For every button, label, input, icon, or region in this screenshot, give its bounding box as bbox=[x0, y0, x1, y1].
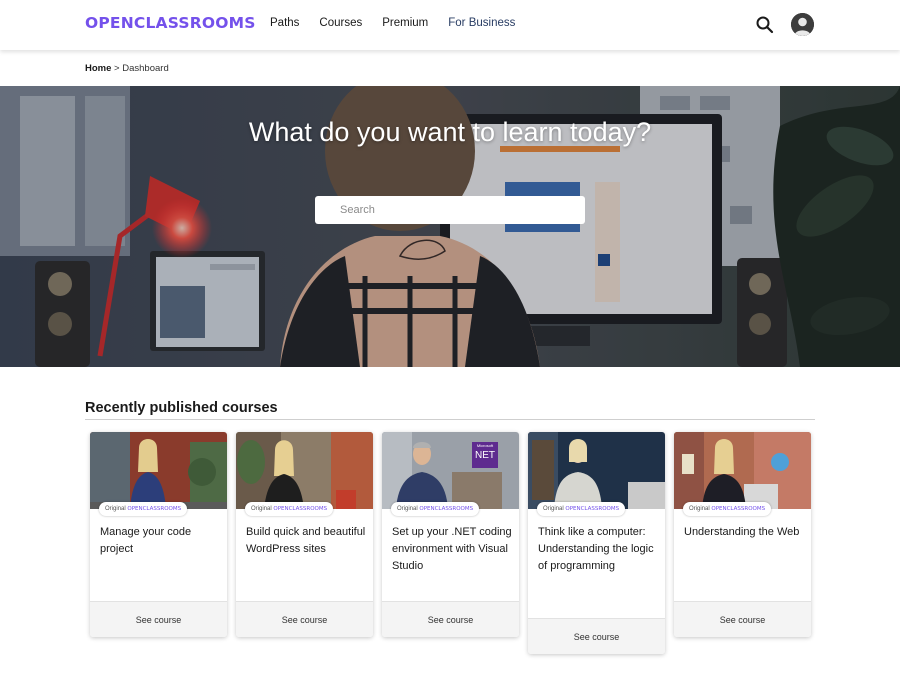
hero-search-input[interactable] bbox=[315, 196, 585, 224]
original-badge: Original OPENCLASSROOMS bbox=[99, 502, 188, 516]
nav-courses[interactable]: Courses bbox=[319, 17, 362, 29]
section-divider bbox=[85, 419, 815, 420]
original-badge: Original OPENCLASSROOMS bbox=[245, 502, 334, 516]
course-thumbnail bbox=[236, 432, 373, 509]
see-course-button[interactable]: See course bbox=[528, 618, 665, 654]
course-title: Build quick and beautiful WordPress site… bbox=[246, 526, 366, 555]
course-thumbnail bbox=[90, 432, 227, 509]
original-badge: Original OPENCLASSROOMS bbox=[683, 502, 772, 516]
course-title: Set up your .NET coding environment with… bbox=[392, 526, 512, 572]
see-course-button[interactable]: See course bbox=[236, 601, 373, 637]
search-icon[interactable] bbox=[755, 15, 775, 35]
openclassrooms-logo[interactable]: OPENCLASSROOMS bbox=[85, 14, 256, 32]
nav-for-business[interactable]: For Business bbox=[448, 17, 515, 29]
course-card[interactable]: Original OPENCLASSROOMS Think like a com… bbox=[528, 432, 665, 654]
original-badge: Original OPENCLASSROOMS bbox=[391, 502, 480, 516]
top-navigation-bar: OPENCLASSROOMS Paths Courses Premium For… bbox=[0, 0, 900, 50]
original-badge: Original OPENCLASSROOMS bbox=[537, 502, 626, 516]
main-nav: Paths Courses Premium For Business bbox=[270, 17, 535, 29]
breadcrumb-home[interactable]: Home bbox=[85, 63, 111, 74]
course-title: Understanding the Web bbox=[684, 526, 800, 538]
hero-title: What do you want to learn today? bbox=[248, 117, 652, 147]
course-thumbnail bbox=[528, 432, 665, 509]
breadcrumb-separator: > bbox=[114, 63, 120, 74]
course-thumbnail: Microsoft NET bbox=[382, 432, 519, 509]
nav-paths[interactable]: Paths bbox=[270, 17, 299, 29]
course-card[interactable]: Original OPENCLASSROOMS Understanding th… bbox=[674, 432, 811, 637]
course-title: Think like a computer: Understanding the… bbox=[538, 526, 654, 572]
course-thumbnail bbox=[674, 432, 811, 509]
course-card[interactable]: Original OPENCLASSROOMS Manage your code… bbox=[90, 432, 227, 637]
dotnet-logo: Microsoft NET bbox=[475, 443, 495, 461]
hero-banner: What do you want to learn today? bbox=[0, 86, 900, 367]
user-avatar[interactable] bbox=[791, 13, 814, 36]
breadcrumb-bar: Home > Dashboard bbox=[0, 50, 900, 86]
see-course-button[interactable]: See course bbox=[382, 601, 519, 637]
see-course-button[interactable]: See course bbox=[674, 601, 811, 637]
see-course-button[interactable]: See course bbox=[90, 601, 227, 637]
recently-published-heading: Recently published courses bbox=[85, 400, 278, 416]
course-card[interactable]: Original OPENCLASSROOMS Build quick and … bbox=[236, 432, 373, 637]
breadcrumb: Home > Dashboard bbox=[85, 63, 169, 74]
course-card[interactable]: Microsoft NET Original OPENCLASSROOMS Se… bbox=[382, 432, 519, 637]
nav-premium[interactable]: Premium bbox=[382, 17, 428, 29]
course-title: Manage your code project bbox=[100, 526, 192, 555]
breadcrumb-current: Dashboard bbox=[122, 63, 169, 74]
